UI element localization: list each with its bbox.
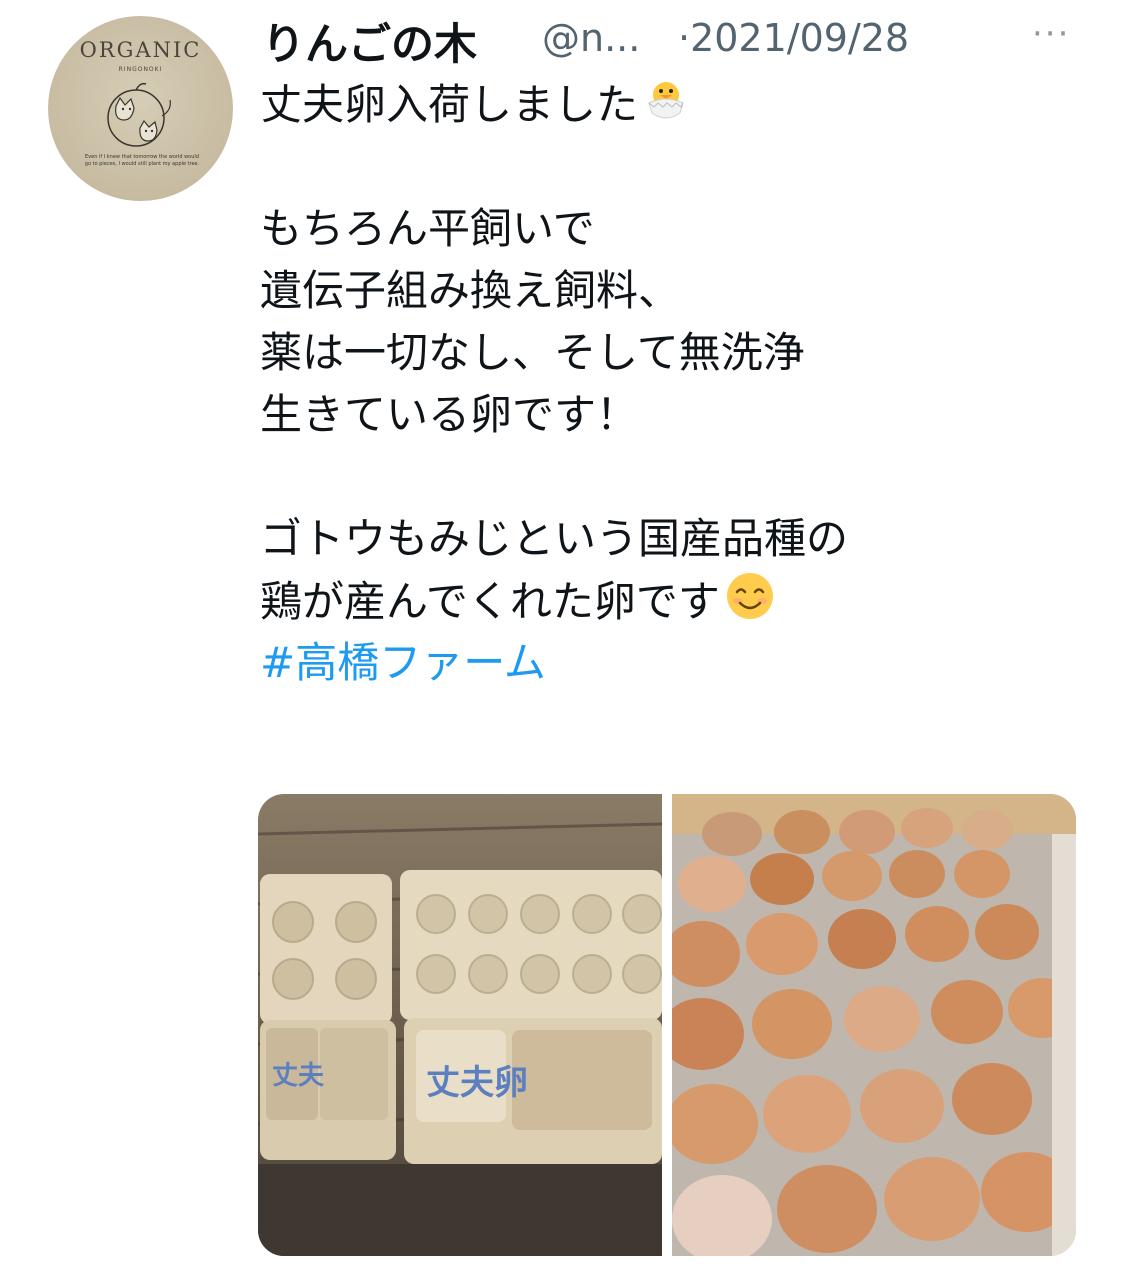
tweet-date[interactable]: ·2021/09/28 [678,16,909,60]
tweet-hashtag-line: #高橋ファーム [260,632,1100,694]
tweet-line: ゴトウもみじという国産品種の [260,514,849,563]
tweet-line-text: 丈夫卵入荷しました [260,80,639,129]
avatar-title: ORGANIC [79,38,202,62]
cats-illustration-icon [107,82,171,147]
smiling-face-emoji-icon [724,570,776,639]
author-name[interactable]: りんごの木 [262,10,477,72]
hashtag-link[interactable]: #高橋ファーム [260,638,546,687]
tweet-line-text: 鶏が産んでくれた卵です [260,577,720,626]
hatching-chick-emoji-icon [642,75,690,140]
author-handle[interactable]: @n... [542,16,640,60]
more-options-icon[interactable]: ··· [1032,14,1070,54]
tweet-line: 遺伝子組み換え飼料、 [260,266,681,315]
tweet-line: 生きている卵です！ [260,390,639,439]
carton-label-text: 丈夫卵 [426,1063,528,1103]
tweet-line: 薬は一切なし、そして無洗浄 [260,328,805,377]
egg-tray-photo[interactable] [660,794,1076,1256]
carton-label-icon: 丈夫 [272,1061,325,1091]
tweet-media: 丈夫 丈夫卵 [258,794,1076,1256]
tweet-header: りんごの木 @n... ·2021/09/28 ··· [262,10,1102,70]
tweet-line: 鶏が産んでくれた卵です [260,570,1100,632]
tweet-text: 丈夫卵入荷しました もちろん平飼いで 遺伝子組み換え飼料、 薬は一切なし、そして… [260,74,1100,694]
tweet-line: 丈夫卵入荷しました [260,74,1100,136]
avatar[interactable]: ORGANIC RINGONOKI Even if I knew that to… [48,16,233,201]
tweet-line: もちろん平飼いで [260,204,595,253]
egg-cartons-photo[interactable]: 丈夫 丈夫卵 [258,794,663,1256]
avatar-subtitle: RINGONOKI [118,66,163,73]
avatar-motto: Even if I knew that tomorrow the world w… [84,154,200,167]
